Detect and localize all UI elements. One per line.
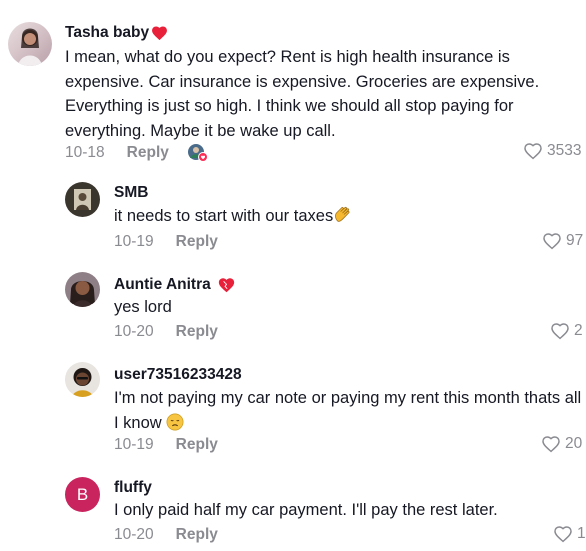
comment-date: 10-18	[65, 144, 105, 161]
creator-liked-avatar	[187, 143, 209, 163]
comment-text-content: it needs to start with our taxes	[114, 207, 334, 225]
like-count: 1	[577, 525, 586, 542]
comment-user73516233428: user73516233428 I'm not paying my car no…	[0, 352, 586, 467]
comment-username[interactable]: SMB	[114, 184, 148, 202]
reply-button[interactable]: Reply	[176, 323, 218, 341]
heart-outline-icon	[551, 323, 569, 340]
avatar[interactable]	[65, 182, 100, 217]
comment-text: I mean, what do you expect? Rent is high…	[65, 48, 540, 140]
comment-tasha-baby: Tasha baby I mean, what do you expect? R…	[0, 0, 586, 170]
comment-date: 10-20	[114, 526, 154, 543]
comment-meta: 10-18 Reply	[65, 143, 209, 163]
disappointed-face-icon	[166, 413, 184, 430]
like-button[interactable]: 3533	[523, 142, 581, 160]
comment-meta: 10-19 Reply	[114, 436, 218, 454]
comment-meta: 10-20 Reply	[114, 323, 218, 341]
comment-auntie-anitra: Auntie Anitra yes lord 10-20 Reply 2	[0, 262, 586, 352]
like-button[interactable]: 20	[541, 435, 582, 453]
comment-date: 10-19	[114, 233, 154, 250]
avatar[interactable]	[8, 22, 52, 66]
comment-text: I'm not paying my car note or paying my …	[114, 386, 586, 435]
avatar[interactable]	[65, 362, 100, 397]
avatar[interactable]: B	[65, 477, 100, 512]
reply-button[interactable]: Reply	[176, 526, 218, 544]
like-button[interactable]: 97	[542, 232, 583, 250]
avatar[interactable]	[65, 272, 100, 307]
like-count: 20	[565, 435, 583, 452]
username-text[interactable]: user73516233428	[114, 366, 242, 384]
heart-icon	[218, 278, 234, 293]
reply-button[interactable]: Reply	[176, 436, 218, 454]
username-text[interactable]: fluffy	[114, 479, 152, 497]
comment-username[interactable]: Tasha baby	[65, 24, 168, 42]
comment-meta: 10-20 Reply	[114, 526, 218, 544]
heart-icon	[152, 26, 168, 41]
heart-outline-icon	[524, 143, 542, 160]
heart-outline-icon	[543, 233, 561, 250]
reply-button[interactable]: Reply	[127, 144, 169, 162]
like-count: 2	[574, 322, 583, 339]
username-text[interactable]: Tasha baby	[65, 24, 149, 42]
like-button[interactable]: 2	[550, 322, 583, 340]
heart-outline-icon	[554, 526, 572, 543]
comment-smb: SMB it needs to start with our taxes 10-…	[0, 170, 586, 262]
comment-fluffy: B fluffy I only paid half my car payment…	[0, 467, 586, 551]
username-text[interactable]: SMB	[114, 184, 148, 202]
reply-button[interactable]: Reply	[176, 233, 218, 251]
comment-date: 10-20	[114, 323, 154, 340]
comment-meta: 10-19 Reply	[114, 233, 218, 251]
like-count: 97	[566, 232, 584, 249]
comment-text: I only paid half my car payment. I'll pa…	[114, 501, 498, 519]
comment-username[interactable]: Auntie Anitra	[114, 276, 236, 294]
clapping-hands-icon	[335, 206, 350, 222]
avatar-letter: B	[76, 484, 89, 504]
heart-outline-icon	[542, 436, 560, 453]
comment-username[interactable]: fluffy	[114, 479, 152, 497]
username-text[interactable]: Auntie Anitra	[114, 276, 211, 294]
like-button[interactable]: 1	[553, 525, 586, 543]
comment-date: 10-19	[114, 436, 154, 453]
comment-text: yes lord	[114, 298, 172, 316]
comment-username[interactable]: user73516233428	[114, 366, 242, 384]
like-count: 3533	[547, 142, 582, 159]
comment-text: it needs to start with our taxes	[114, 204, 574, 229]
